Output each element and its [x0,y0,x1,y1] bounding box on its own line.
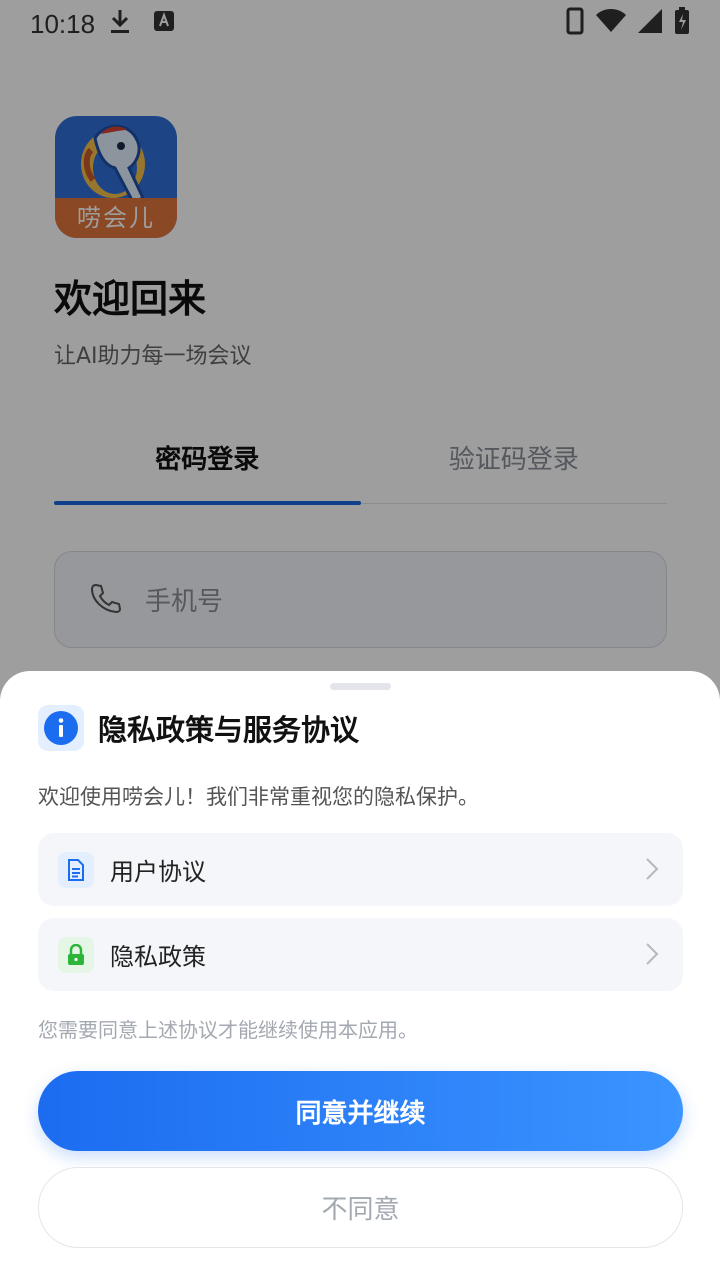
chevron-right-icon [645,942,659,970]
privacy-policy-item[interactable]: 隐私政策 [38,918,683,991]
sheet-header: 隐私政策与服务协议 [38,705,359,751]
agree-continue-button[interactable]: 同意并继续 [38,1071,683,1151]
chevron-right-icon [645,857,659,885]
privacy-bottom-sheet: 隐私政策与服务协议 欢迎使用唠会儿！我们非常重视您的隐私保护。 用户协议 隐私政… [0,671,720,1280]
disagree-button[interactable]: 不同意 [38,1167,683,1248]
consent-note: 您需要同意上述协议才能继续使用本应用。 [38,1018,418,1042]
privacy-policy-label: 隐私政策 [110,943,206,971]
sheet-title: 隐私政策与服务协议 [98,713,360,747]
sheet-drag-handle[interactable] [330,683,391,690]
document-icon [58,851,94,888]
info-icon [38,705,84,751]
user-agreement-label: 用户协议 [110,858,206,886]
sheet-description: 欢迎使用唠会儿！我们非常重视您的隐私保护。 [38,785,479,809]
lock-icon [58,936,94,973]
user-agreement-item[interactable]: 用户协议 [38,833,683,906]
